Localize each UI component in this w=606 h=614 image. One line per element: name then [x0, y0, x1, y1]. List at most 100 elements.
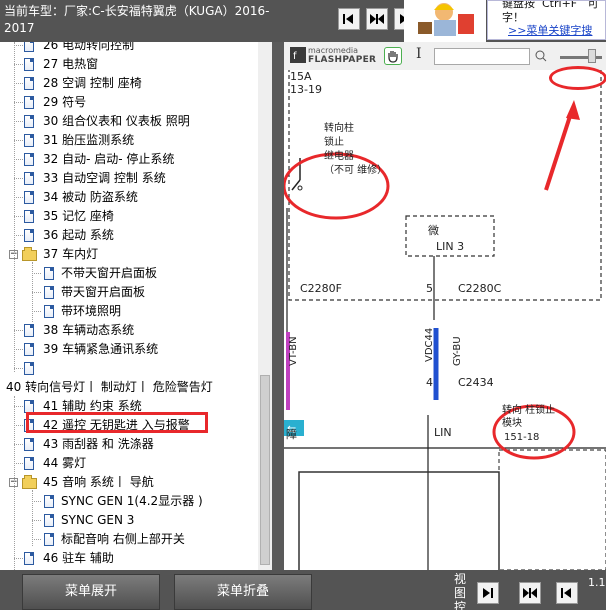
- tree-item[interactable]: 32 自动- 启动- 停止系统: [0, 150, 258, 169]
- tree-item-label: 31 胎压监测系统: [43, 133, 135, 147]
- fuse-rating: 15A: [290, 70, 312, 83]
- tree-item[interactable]: 36 起动 系统: [0, 226, 258, 245]
- document-icon: [24, 438, 34, 451]
- bottom-prev-next-button[interactable]: [519, 582, 541, 604]
- tree-connector: [14, 463, 23, 464]
- tree-item[interactable]: 27 电热窗: [0, 55, 258, 74]
- tree-item[interactable]: 不带天窗开启面板: [0, 264, 258, 283]
- tree-item[interactable]: 35 记忆 座椅: [0, 207, 258, 226]
- tree-item-label: 34 被动 防盗系统: [43, 190, 138, 204]
- tree-item-label: 46 驻车 辅助: [43, 551, 114, 565]
- document-icon: [24, 324, 34, 337]
- tree-guide-line: [32, 262, 33, 322]
- connector-c2280c: C2280C: [458, 282, 502, 295]
- first-page-button[interactable]: [338, 8, 360, 30]
- tree-item[interactable]: 标配音响 右侧上部开关: [0, 530, 258, 549]
- folder-open-icon: [22, 247, 37, 261]
- selected-item-highlight: [26, 412, 208, 433]
- menu-keyword-search-link[interactable]: >>菜单关键字搜: [508, 24, 592, 38]
- zoom-out-icon[interactable]: [535, 50, 547, 62]
- tree-item[interactable]: 28 空调 控制 座椅: [0, 74, 258, 93]
- tree-item[interactable]: −37 车内灯: [0, 245, 258, 264]
- tree-item[interactable]: 40 转向信号灯丨 制动灯丨 危险警告灯: [0, 378, 258, 397]
- document-icon: [24, 153, 34, 166]
- tree-item-label: 不带天窗开启面板: [61, 266, 158, 280]
- text-select-icon[interactable]: I: [416, 46, 422, 62]
- tree-item[interactable]: −45 音响 系统丨 导航: [0, 473, 258, 492]
- tree-guide-line: [14, 42, 15, 372]
- bottom-module-box: [298, 471, 500, 570]
- tree-item-label: 44 雾灯: [43, 456, 87, 470]
- document-icon: [24, 552, 34, 565]
- hand-icon: [388, 51, 398, 63]
- expand-menu-button[interactable]: 菜单展开: [22, 574, 160, 610]
- document-icon: [24, 134, 34, 147]
- mascot-illustration: [404, 0, 486, 42]
- tree-item-label: 38 车辆动态系统: [43, 323, 135, 337]
- tree-item[interactable]: 44 雾灯: [0, 454, 258, 473]
- tree-item[interactable]: [0, 359, 258, 378]
- document-icon: [24, 457, 34, 470]
- document-icon: [24, 172, 34, 185]
- hand-tool-button[interactable]: [384, 47, 402, 65]
- tree-item-label: 带环境照明: [61, 304, 122, 318]
- tree-connector: [14, 178, 23, 179]
- wire-label-vdc44: VDC44: [424, 327, 435, 362]
- tree-item[interactable]: 33 自动空调 控制 系统: [0, 169, 258, 188]
- tree-item[interactable]: 39 车辆紧急通讯系统: [0, 340, 258, 359]
- partial-label: 障: [286, 428, 297, 441]
- wire-label-vt-bn: VT-BN: [288, 336, 299, 366]
- bottom-last-page-button[interactable]: [477, 582, 499, 604]
- menu-tree: 26 电动转向控制 27 电热窗 28 空调 控制 座椅 29 符号 30 组合仪表和 …: [0, 42, 258, 570]
- tree-item[interactable]: 26 电动转向控制: [0, 42, 258, 55]
- tree-connector: [14, 425, 23, 426]
- tree-item[interactable]: 46 驻车 辅助: [0, 549, 258, 568]
- document-icon: [44, 305, 54, 318]
- tree-connector: [14, 102, 23, 103]
- tree-item[interactable]: 带天窗开启面板: [0, 283, 258, 302]
- prev-next-button[interactable]: [366, 8, 388, 30]
- tree-item-label: 26 电动转向控制: [43, 42, 135, 52]
- collapse-menu-button[interactable]: 菜单折叠: [174, 574, 312, 610]
- panel-divider[interactable]: [272, 42, 284, 570]
- page-number-input[interactable]: [434, 48, 530, 65]
- bottom-first-page-button[interactable]: [556, 582, 578, 604]
- tree-item-label: 32 自动- 启动- 停止系统: [43, 152, 175, 166]
- tree-guide-line: [14, 396, 15, 570]
- tree-item[interactable]: SYNC GEN 1(4.2显示器 ): [0, 492, 258, 511]
- tree-item[interactable]: 43 雨刮器 和 洗涤器: [0, 435, 258, 454]
- tree-scroll-thumb[interactable]: [260, 375, 270, 565]
- view-control-label: 视图控: [454, 572, 467, 614]
- document-icon: [24, 42, 34, 52]
- tree-item-label: 35 记忆 座椅: [43, 209, 114, 223]
- tree-item[interactable]: 31 胎压监测系统: [0, 131, 258, 150]
- svg-text:f: f: [293, 51, 297, 62]
- tree-connector: [32, 273, 41, 274]
- lin-label: LIN: [434, 426, 452, 439]
- lin3-label: LIN 3: [436, 240, 465, 253]
- tree-item-label: 33 自动空调 控制 系统: [43, 171, 166, 185]
- tree-connector: [14, 368, 23, 369]
- tree-connector: [14, 140, 23, 141]
- zoom-slider-handle[interactable]: [588, 49, 596, 63]
- document-icon: [24, 115, 34, 128]
- tree-item-label: 29 符号: [43, 95, 87, 109]
- tree-item[interactable]: 34 被动 防盗系统: [0, 188, 258, 207]
- tree-item[interactable]: 带环境照明: [0, 302, 258, 321]
- document-icon: [44, 267, 54, 280]
- logo-text-bottom: FLASHPAPER: [308, 55, 377, 65]
- document-icon: [24, 362, 34, 375]
- schematic-page: ⇆ 15A 13-19 转向柱 锁止 继电器 （不可 维修） 微 LIN 3 C…: [284, 70, 606, 570]
- tree-item-label: 37 车内灯: [43, 247, 99, 261]
- tree-item-label: 带天窗开启面板: [61, 285, 146, 299]
- tree-connector: [32, 520, 41, 521]
- tree-item-label: SYNC GEN 1(4.2显示器 ): [61, 494, 203, 508]
- tree-item[interactable]: SYNC GEN 3: [0, 511, 258, 530]
- document-icon: [24, 58, 34, 71]
- tree-item-label: 30 组合仪表和 仪表板 照明: [43, 114, 190, 128]
- tree-item[interactable]: 29 符号: [0, 93, 258, 112]
- relay-box-outline: [288, 70, 602, 301]
- tree-item-label: 28 空调 控制 座椅: [43, 76, 142, 90]
- tree-item[interactable]: 30 组合仪表和 仪表板 照明: [0, 112, 258, 131]
- tree-item[interactable]: 38 车辆动态系统: [0, 321, 258, 340]
